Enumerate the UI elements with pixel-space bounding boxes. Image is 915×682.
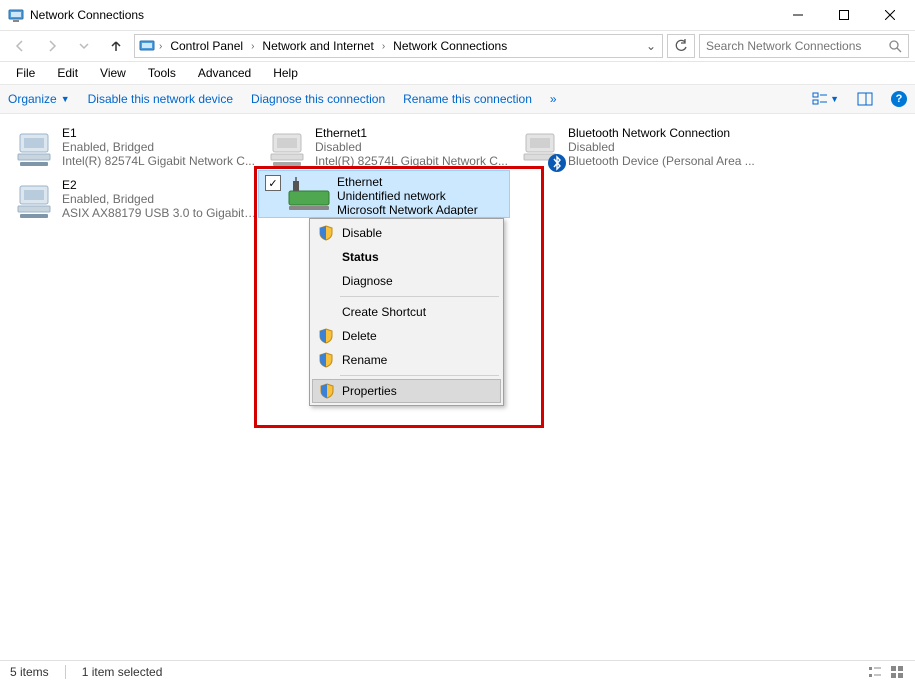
title-bar: Network Connections (0, 0, 915, 30)
search-icon (889, 40, 902, 53)
network-adapter-icon (14, 124, 62, 172)
bluetooth-adapter-icon (520, 124, 568, 172)
connection-device: Microsoft Network Adapter Multi... (337, 203, 505, 215)
organize-button[interactable]: Organize▼ (8, 92, 70, 106)
help-button[interactable]: ? (891, 91, 907, 107)
chevron-down-icon[interactable]: ⌄ (644, 39, 658, 53)
menu-view[interactable]: View (90, 64, 136, 82)
command-bar: Organize▼ Disable this network device Di… (0, 84, 915, 114)
window-controls (775, 0, 913, 30)
connection-name: Ethernet1 (315, 126, 512, 140)
shield-icon (318, 352, 334, 368)
selection-checkbox[interactable] (265, 175, 281, 191)
divider (65, 665, 66, 679)
close-button[interactable] (867, 0, 913, 30)
context-menu-create-shortcut[interactable]: Create Shortcut (312, 300, 501, 324)
breadcrumb-item[interactable]: Network Connections (389, 39, 511, 53)
network-adapter-icon (14, 176, 62, 224)
menu-separator (340, 296, 499, 297)
connection-name: E2 (62, 178, 259, 192)
window-title: Network Connections (30, 8, 775, 22)
connection-status: Unidentified network (337, 189, 505, 203)
chevron-right-icon: › (159, 41, 162, 52)
folder-icon (139, 38, 155, 54)
connection-item[interactable]: E1 Enabled, Bridged Intel(R) 82574L Giga… (10, 122, 263, 174)
shield-icon (319, 383, 335, 399)
breadcrumb[interactable]: › Control Panel › Network and Internet ›… (134, 34, 663, 58)
context-menu: Disable Status Diagnose Create Shortcut … (309, 218, 504, 406)
back-button[interactable] (6, 39, 34, 53)
connection-name: Ethernet (337, 175, 505, 189)
breadcrumb-item[interactable]: Network and Internet (258, 39, 377, 53)
up-button[interactable] (102, 39, 130, 53)
details-view-icon[interactable] (867, 664, 883, 680)
disable-device-button[interactable]: Disable this network device (88, 92, 233, 106)
address-bar: › Control Panel › Network and Internet ›… (0, 30, 915, 62)
shield-icon (318, 225, 334, 241)
minimize-button[interactable] (775, 0, 821, 30)
overflow-button[interactable]: » (550, 92, 557, 106)
status-bar: 5 items 1 item selected (0, 660, 915, 682)
menu-separator (340, 375, 499, 376)
menu-advanced[interactable]: Advanced (188, 64, 261, 82)
connection-item[interactable]: Ethernet1 Disabled Intel(R) 82574L Gigab… (263, 122, 516, 174)
search-box[interactable] (699, 34, 909, 58)
connection-status: Enabled, Bridged (62, 140, 259, 154)
connection-item[interactable]: Bluetooth Network Connection Disabled Bl… (516, 122, 769, 174)
forward-button[interactable] (38, 39, 66, 53)
diagnose-connection-button[interactable]: Diagnose this connection (251, 92, 385, 106)
network-adapter-icon (287, 177, 331, 211)
shield-icon (318, 328, 334, 344)
menu-help[interactable]: Help (263, 64, 308, 82)
connection-device: Intel(R) 82574L Gigabit Network C... (315, 154, 512, 168)
connection-status: Disabled (568, 140, 765, 154)
context-menu-status[interactable]: Status (312, 245, 501, 269)
connection-item[interactable]: E2 Enabled, Bridged ASIX AX88179 USB 3.0… (10, 174, 263, 226)
item-count: 5 items (10, 665, 49, 679)
context-menu-delete[interactable]: Delete (312, 324, 501, 348)
connection-device: Bluetooth Device (Personal Area ... (568, 154, 765, 168)
connection-status: Enabled, Bridged (62, 192, 259, 206)
connection-device: ASIX AX88179 USB 3.0 to Gigabit E... (62, 206, 259, 220)
content-area: E1 Enabled, Bridged Intel(R) 82574L Giga… (0, 114, 915, 660)
app-icon (8, 7, 24, 23)
chevron-right-icon: › (382, 41, 385, 52)
refresh-button[interactable] (667, 34, 695, 58)
menu-tools[interactable]: Tools (138, 64, 186, 82)
connection-device: Intel(R) 82574L Gigabit Network C... (62, 154, 259, 168)
search-input[interactable] (706, 39, 902, 53)
context-menu-properties[interactable]: Properties (312, 379, 501, 403)
connection-item-selected[interactable]: Ethernet Unidentified network Microsoft … (258, 170, 510, 218)
connection-name: E1 (62, 126, 259, 140)
menu-edit[interactable]: Edit (47, 64, 88, 82)
connection-name: Bluetooth Network Connection (568, 126, 765, 140)
connection-status: Disabled (315, 140, 512, 154)
view-options-button[interactable]: ▼ (812, 91, 839, 107)
dropdown-icon: ▼ (61, 94, 70, 104)
chevron-right-icon: › (251, 41, 254, 52)
menu-bar: File Edit View Tools Advanced Help (0, 62, 915, 84)
selection-count: 1 item selected (82, 665, 163, 679)
context-menu-disable[interactable]: Disable (312, 221, 501, 245)
context-menu-diagnose[interactable]: Diagnose (312, 269, 501, 293)
maximize-button[interactable] (821, 0, 867, 30)
rename-connection-button[interactable]: Rename this connection (403, 92, 532, 106)
network-adapter-disabled-icon (267, 124, 315, 172)
breadcrumb-item[interactable]: Control Panel (166, 39, 247, 53)
recent-locations-button[interactable] (70, 41, 98, 51)
context-menu-rename[interactable]: Rename (312, 348, 501, 372)
large-icons-view-icon[interactable] (889, 664, 905, 680)
menu-file[interactable]: File (6, 64, 45, 82)
preview-pane-button[interactable] (857, 91, 873, 107)
